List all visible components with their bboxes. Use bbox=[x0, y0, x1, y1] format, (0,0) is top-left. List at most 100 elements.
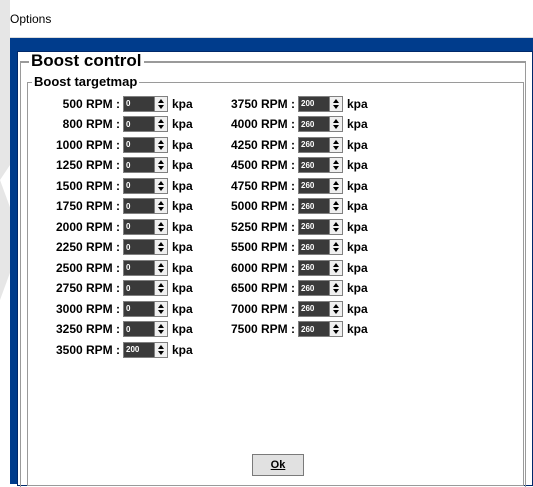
spin-button[interactable] bbox=[154, 342, 167, 357]
spin-button[interactable] bbox=[154, 301, 167, 316]
chevron-up-icon bbox=[333, 201, 339, 205]
boost-value-input[interactable] bbox=[299, 301, 329, 316]
spin-button[interactable] bbox=[329, 96, 342, 111]
boost-value-input[interactable] bbox=[299, 260, 329, 275]
spin-button[interactable] bbox=[329, 240, 342, 254]
rpm-label: 5000 RPM : bbox=[230, 199, 295, 213]
boost-value-input[interactable] bbox=[299, 240, 329, 254]
spin-button[interactable] bbox=[329, 137, 342, 152]
chevron-down-icon bbox=[333, 166, 339, 170]
boost-value-input[interactable] bbox=[299, 322, 329, 336]
targetmap-row: 2000 RPM : kpa bbox=[38, 218, 193, 235]
unit-label: kpa bbox=[172, 301, 193, 316]
chevron-down-icon bbox=[158, 207, 164, 211]
spin-button[interactable] bbox=[154, 137, 167, 152]
unit-label: kpa bbox=[347, 199, 368, 213]
targetmap-row: 7500 RPM : kpa bbox=[213, 321, 368, 338]
rpm-label: 7000 RPM : bbox=[230, 301, 295, 316]
spin-button[interactable] bbox=[329, 260, 342, 275]
spin-button[interactable] bbox=[154, 117, 167, 131]
window-client-area: Boost control Boost targetmap 500 RPM : k… bbox=[17, 51, 533, 487]
boost-spinbox bbox=[298, 157, 343, 173]
boost-value-input[interactable] bbox=[124, 301, 154, 316]
chevron-down-icon bbox=[158, 186, 164, 191]
rpm-label: 3000 RPM : bbox=[55, 301, 120, 316]
boost-value-input[interactable] bbox=[299, 281, 329, 295]
chevron-down-icon bbox=[333, 104, 339, 109]
spin-button[interactable] bbox=[154, 158, 167, 172]
spin-button[interactable] bbox=[154, 322, 167, 336]
spin-button[interactable] bbox=[154, 260, 167, 275]
chevron-up-icon bbox=[158, 201, 164, 205]
boost-value-input[interactable] bbox=[124, 219, 154, 234]
boost-spinbox bbox=[123, 116, 168, 132]
boost-value-input[interactable] bbox=[124, 342, 154, 357]
spin-button[interactable] bbox=[329, 117, 342, 131]
spin-button[interactable] bbox=[329, 322, 342, 336]
rpm-label: 4500 RPM : bbox=[230, 158, 295, 172]
chevron-down-icon bbox=[333, 248, 339, 252]
targetmap-row: 6000 RPM : kpa bbox=[213, 259, 368, 276]
chevron-up-icon bbox=[158, 303, 164, 308]
unit-label: kpa bbox=[347, 301, 368, 316]
chevron-down-icon bbox=[333, 268, 339, 273]
targetmap-row: 2500 RPM : kpa bbox=[38, 259, 193, 276]
chevron-up-icon bbox=[158, 160, 164, 164]
targetmap-row: 4500 RPM : kpa bbox=[213, 157, 368, 174]
boost-spinbox bbox=[298, 198, 343, 214]
boost-value-input[interactable] bbox=[299, 219, 329, 234]
chevron-up-icon bbox=[333, 324, 339, 328]
rpm-label: 4750 RPM : bbox=[230, 178, 295, 193]
chevron-up-icon bbox=[158, 242, 164, 246]
boost-value-input[interactable] bbox=[124, 281, 154, 295]
boost-value-input[interactable] bbox=[299, 199, 329, 213]
unit-label: kpa bbox=[347, 117, 368, 131]
spin-button[interactable] bbox=[329, 158, 342, 172]
boost-value-input[interactable] bbox=[124, 260, 154, 275]
boost-spinbox bbox=[123, 157, 168, 173]
boost-value-input[interactable] bbox=[124, 158, 154, 172]
unit-label: kpa bbox=[172, 158, 193, 172]
boost-value-input[interactable] bbox=[299, 96, 329, 111]
chevron-up-icon bbox=[333, 283, 339, 287]
spin-button[interactable] bbox=[154, 240, 167, 254]
spin-button[interactable] bbox=[329, 178, 342, 193]
boost-spinbox bbox=[123, 218, 168, 235]
spin-button[interactable] bbox=[154, 199, 167, 213]
unit-label: kpa bbox=[347, 158, 368, 172]
rpm-label: 6500 RPM : bbox=[230, 281, 295, 295]
boost-value-input[interactable] bbox=[124, 96, 154, 111]
boost-spinbox bbox=[123, 136, 168, 153]
boost-value-input[interactable] bbox=[124, 178, 154, 193]
spin-button[interactable] bbox=[329, 281, 342, 295]
boost-spinbox bbox=[298, 259, 343, 276]
unit-label: kpa bbox=[347, 322, 368, 336]
rpm-label: 1000 RPM : bbox=[55, 137, 120, 152]
boost-value-input[interactable] bbox=[124, 240, 154, 254]
chevron-up-icon bbox=[158, 119, 164, 123]
spin-button[interactable] bbox=[154, 178, 167, 193]
boost-value-input[interactable] bbox=[299, 117, 329, 131]
spin-button[interactable] bbox=[154, 219, 167, 234]
boost-value-input[interactable] bbox=[299, 137, 329, 152]
boost-value-input[interactable] bbox=[124, 199, 154, 213]
boost-value-input[interactable] bbox=[124, 322, 154, 336]
spin-button[interactable] bbox=[329, 219, 342, 234]
rpm-label: 2500 RPM : bbox=[55, 260, 120, 275]
boost-value-input[interactable] bbox=[124, 137, 154, 152]
rpm-label: 2750 RPM : bbox=[55, 281, 120, 295]
ok-button[interactable]: Ok bbox=[252, 454, 304, 476]
targetmap-row: 2750 RPM : kpa bbox=[38, 280, 193, 297]
boost-value-input[interactable] bbox=[299, 178, 329, 193]
boost-value-input[interactable] bbox=[299, 158, 329, 172]
rpm-label: 4250 RPM : bbox=[230, 137, 295, 152]
boost-value-input[interactable] bbox=[124, 117, 154, 131]
spin-button[interactable] bbox=[154, 96, 167, 111]
spin-button[interactable] bbox=[329, 199, 342, 213]
chevron-down-icon bbox=[333, 309, 339, 314]
spin-button[interactable] bbox=[154, 281, 167, 295]
unit-label: kpa bbox=[347, 240, 368, 254]
chevron-down-icon bbox=[333, 145, 339, 150]
spin-button[interactable] bbox=[329, 301, 342, 316]
rpm-label: 1250 RPM : bbox=[55, 158, 120, 172]
